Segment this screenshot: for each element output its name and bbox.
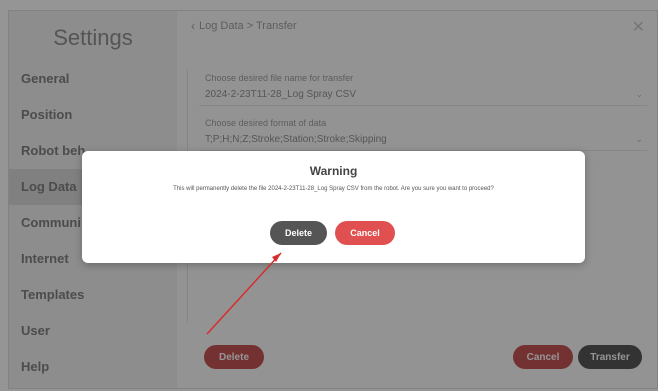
warning-dialog: Warning This will permanently delete the…: [82, 151, 585, 263]
dialog-message: This will permanently delete the file 20…: [173, 186, 494, 192]
dialog-delete-button[interactable]: Delete: [270, 221, 327, 245]
dialog-title: Warning: [309, 164, 358, 178]
dialog-cancel-button[interactable]: Cancel: [335, 221, 395, 245]
